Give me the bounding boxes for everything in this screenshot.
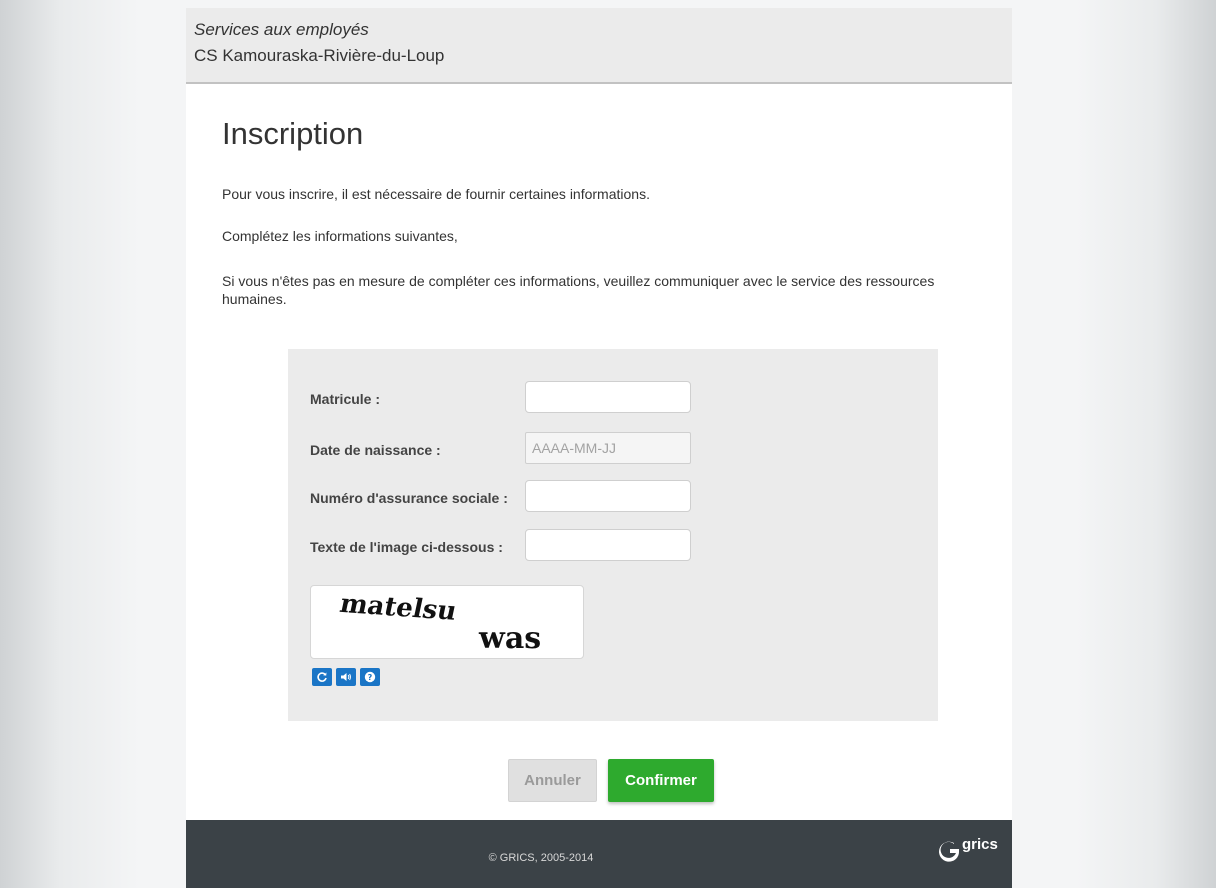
header-title: CS Kamouraska-Rivière-du-Loup bbox=[194, 46, 445, 65]
birthdate-input[interactable] bbox=[525, 432, 691, 464]
grics-logo: grics bbox=[938, 836, 998, 862]
matricule-label: Matricule : bbox=[310, 391, 381, 407]
page-title: Inscription bbox=[222, 116, 364, 151]
svg-text:?: ? bbox=[368, 673, 373, 682]
captcha-word-1: matelsu bbox=[337, 588, 459, 627]
page-container: Services aux employés CS Kamouraska-Rivi… bbox=[186, 8, 1012, 888]
nas-label: Numéro d'assurance sociale : bbox=[310, 490, 508, 506]
captcha-label: Texte de l'image ci-dessous : bbox=[310, 539, 503, 555]
captcha-word-2: was bbox=[478, 621, 541, 656]
captcha-input[interactable] bbox=[525, 529, 691, 561]
help-icon[interactable]: ? bbox=[360, 668, 380, 686]
captcha-controls: ? bbox=[312, 668, 380, 686]
audio-icon[interactable] bbox=[336, 668, 356, 686]
captcha-image: matelsu was bbox=[310, 585, 584, 659]
confirm-button[interactable]: Confirmer bbox=[608, 759, 714, 802]
intro-text: Pour vous inscrire, il est nécessaire de… bbox=[222, 186, 650, 202]
help-text: Si vous n'êtes pas en mesure de compléte… bbox=[222, 273, 935, 307]
matricule-input[interactable] bbox=[525, 381, 691, 413]
footer: © GRICS, 2005-2014 grics bbox=[186, 820, 1012, 888]
nas-input[interactable] bbox=[525, 480, 691, 512]
cancel-button[interactable]: Annuler bbox=[508, 759, 597, 802]
header: Services aux employés CS Kamouraska-Rivi… bbox=[186, 8, 1012, 84]
grics-logo-text: grics bbox=[962, 836, 998, 853]
header-subtitle: Services aux employés bbox=[194, 20, 369, 39]
captcha-graphic: matelsu was bbox=[337, 588, 541, 656]
refresh-icon[interactable] bbox=[312, 668, 332, 686]
footer-copyright: © GRICS, 2005-2014 bbox=[488, 852, 594, 864]
birthdate-label: Date de naissance : bbox=[310, 442, 441, 458]
registration-form: Matricule : Date de naissance : Numéro d… bbox=[288, 349, 938, 721]
grics-logo-icon bbox=[939, 841, 960, 862]
instruction-text: Complétez les informations suivantes, bbox=[222, 228, 458, 244]
